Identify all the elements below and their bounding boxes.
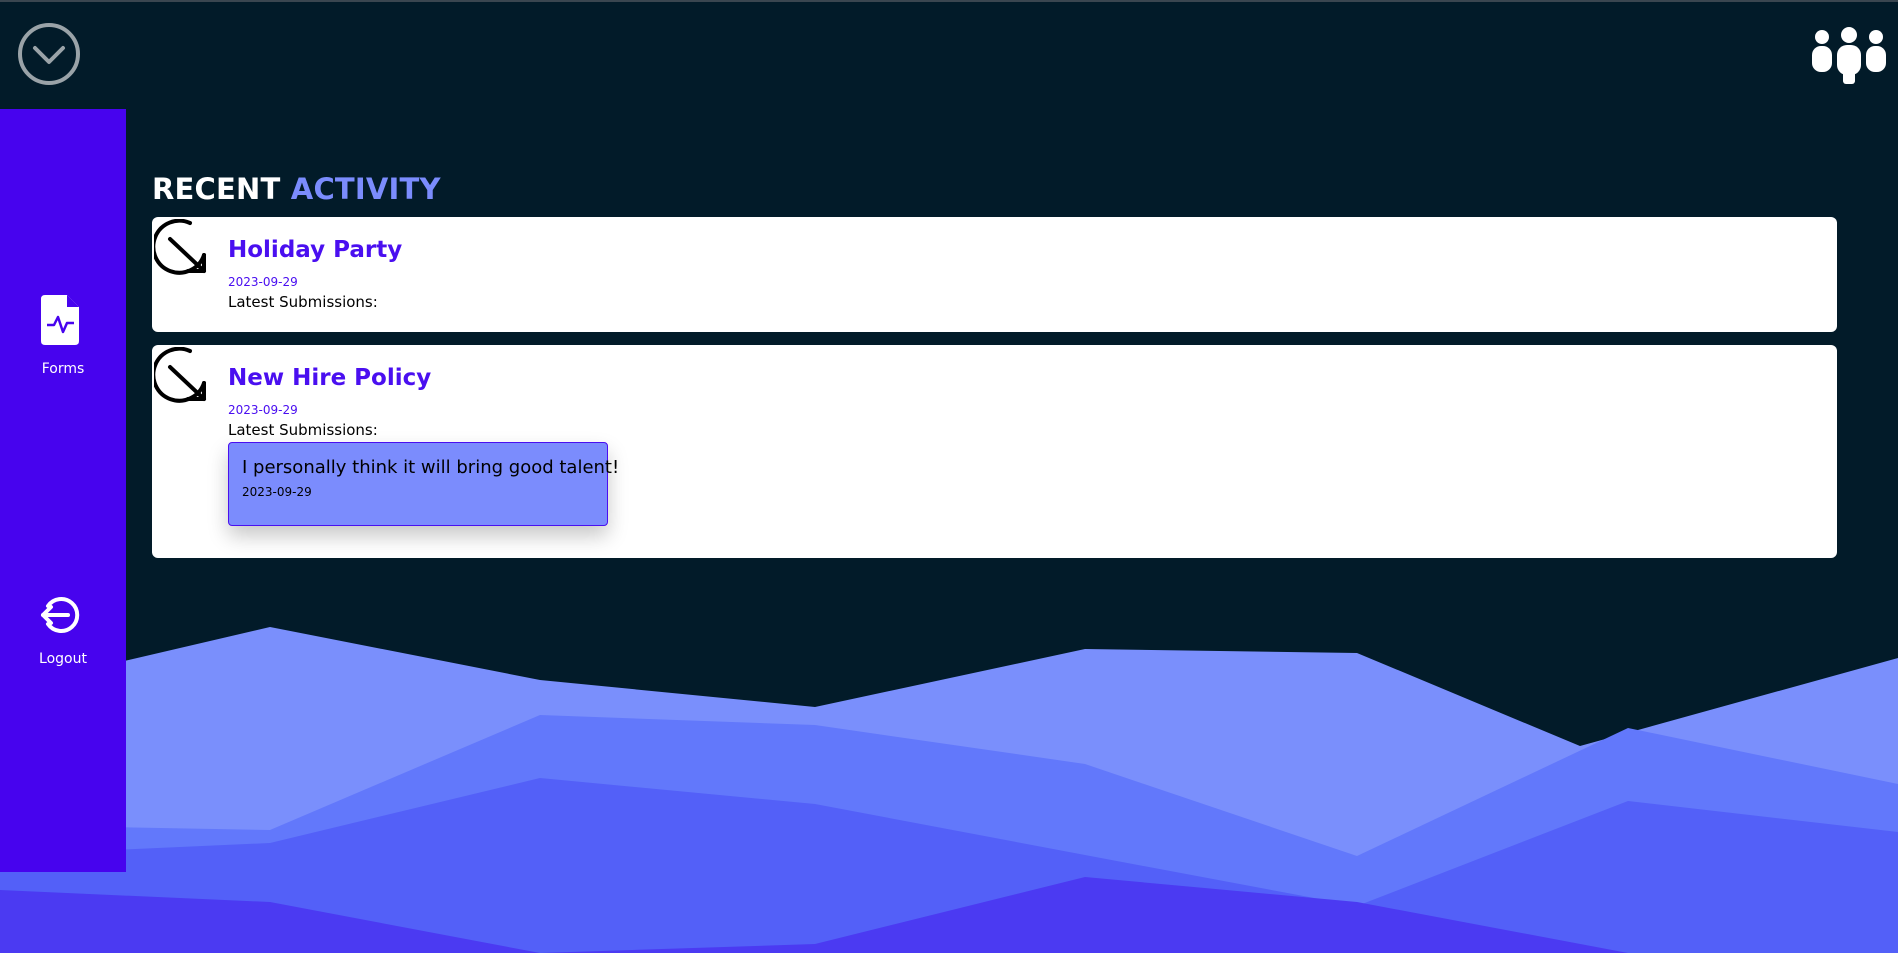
page-title: RECENT ACTIVITY bbox=[152, 172, 441, 206]
logout-icon bbox=[41, 597, 80, 633]
activity-card[interactable]: Holiday Party 2023-09-29 Latest Submissi… bbox=[152, 217, 1837, 332]
title-part-2: ACTIVITY bbox=[290, 172, 441, 206]
arrow-down-right-circle-icon bbox=[154, 347, 206, 403]
submission-text: I personally think it will bring good ta… bbox=[242, 457, 620, 478]
submission-date: 2023-09-29 bbox=[242, 485, 312, 499]
submission-item[interactable]: I personally think it will bring good ta… bbox=[228, 442, 619, 526]
activity-title[interactable]: Holiday Party bbox=[228, 237, 402, 263]
sidebar-item-label: Logout bbox=[39, 651, 87, 667]
activity-card[interactable]: New Hire Policy 2023-09-29 Latest Submis… bbox=[152, 345, 1837, 558]
activity-date: 2023-09-29 bbox=[228, 275, 298, 289]
sidebar-item-logout[interactable]: Logout bbox=[0, 593, 126, 667]
arrow-down-right-circle-icon bbox=[154, 219, 206, 275]
activity-date: 2023-09-29 bbox=[228, 403, 298, 417]
latest-submissions-label: Latest Submissions: bbox=[228, 421, 378, 439]
sidebar: Forms Logout bbox=[0, 109, 126, 872]
activity-title[interactable]: New Hire Policy bbox=[228, 365, 431, 391]
team-icon[interactable] bbox=[1810, 26, 1888, 84]
title-part-1: RECENT bbox=[152, 172, 281, 206]
latest-submissions-label: Latest Submissions: bbox=[228, 293, 378, 311]
sidebar-item-label: Forms bbox=[41, 361, 85, 377]
chevron-circle-down-icon bbox=[18, 23, 80, 85]
file-pulse-icon bbox=[41, 295, 79, 345]
menu-toggle-button[interactable] bbox=[17, 22, 81, 86]
sidebar-item-forms[interactable]: Forms bbox=[0, 295, 126, 377]
